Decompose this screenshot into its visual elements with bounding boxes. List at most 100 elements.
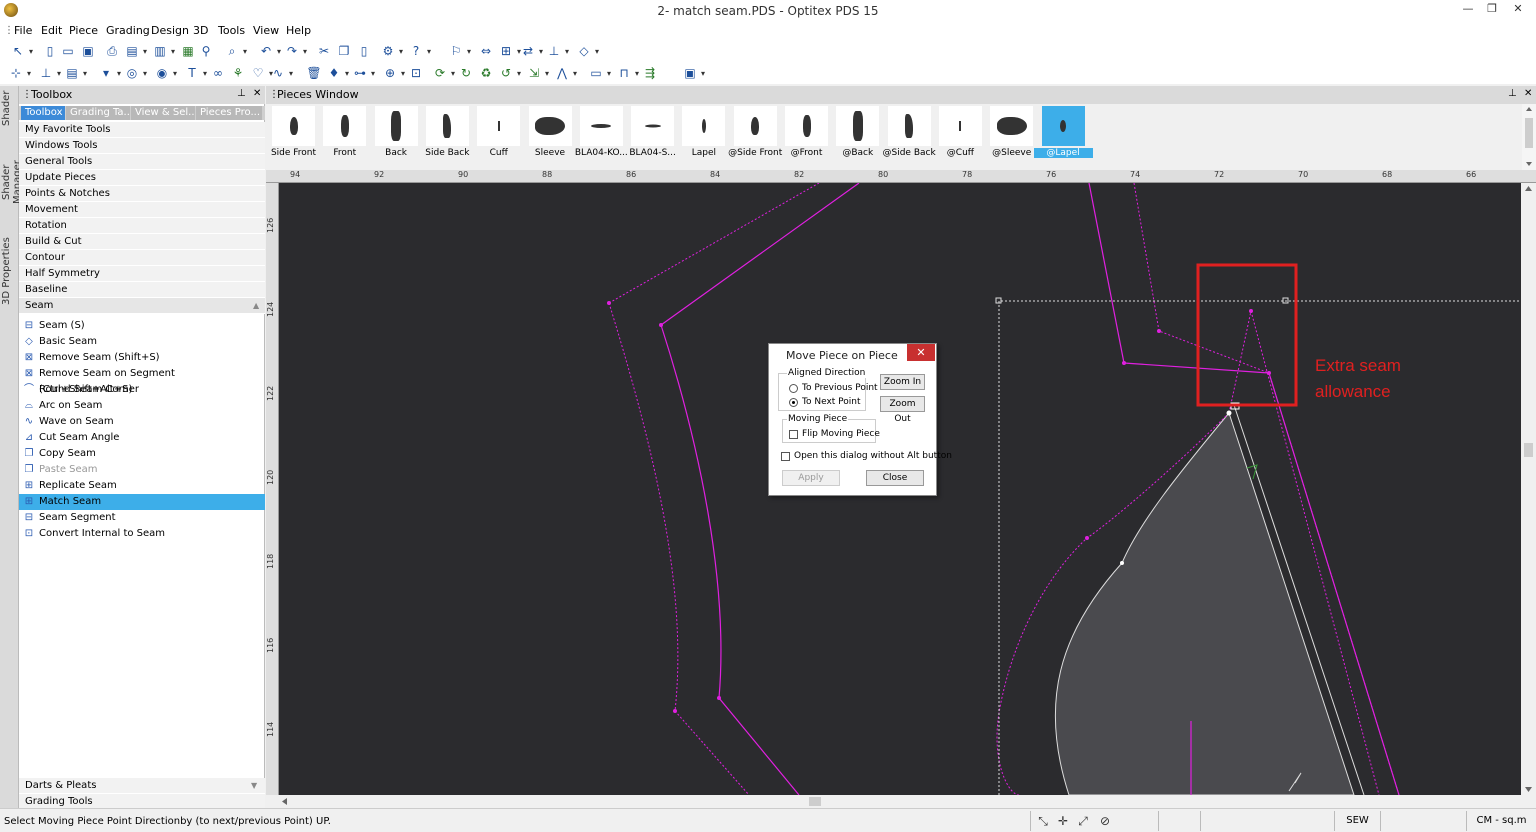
zoom-icon[interactable]: ⌕: [224, 43, 247, 60]
delete-tool-icon[interactable]: 🗑: [306, 65, 322, 81]
save-icon[interactable]: ▣: [80, 43, 96, 59]
snap-curve-icon[interactable]: ⊘: [1096, 812, 1114, 830]
piece-thumbnail[interactable]: [682, 106, 726, 146]
notch-tool-icon[interactable]: ⚐: [448, 43, 471, 60]
to-previous-label[interactable]: To Previous Point: [802, 383, 878, 393]
marker-icon[interactable]: ▭: [588, 65, 611, 82]
category-my-favorite-tools[interactable]: My Favorite Tools: [19, 122, 265, 138]
dialog-close-icon[interactable]: ✕: [907, 344, 935, 361]
grade-tool-icon[interactable]: ⊞: [498, 43, 521, 60]
snap-line-icon[interactable]: ⤢: [1074, 812, 1092, 830]
close-icon[interactable]: ✕: [253, 88, 261, 99]
rotate-piece-icon[interactable]: ⟳: [432, 65, 455, 82]
plot-icon[interactable]: ▤: [124, 43, 147, 60]
tool-remove-seam-on-segment-ctrl-shift-alt-s[interactable]: ⊠ Remove Seam on Segment (Ctrl+Shift+Alt+…: [19, 366, 265, 395]
tab-view-select[interactable]: View & Sel...: [131, 106, 195, 120]
piece-cuff[interactable]: @Cuff: [935, 106, 986, 158]
measure-icon[interactable]: ⚲: [198, 43, 214, 59]
category-baseline[interactable]: Baseline: [19, 282, 265, 298]
tab-pieces-properties[interactable]: Pieces Pro...: [196, 106, 262, 120]
pieces-scrollbar[interactable]: [1522, 104, 1536, 170]
piece-bla04-ko[interactable]: BLA04-KO...: [575, 106, 628, 158]
piece-bla04-s[interactable]: BLA04-S...: [627, 106, 678, 158]
open-without-alt-label[interactable]: Open this dialog without Alt button: [794, 451, 952, 461]
canvas-vertical-scrollbar[interactable]: [1521, 183, 1536, 795]
zoom-in-button[interactable]: Zoom In: [880, 374, 925, 390]
piece-back[interactable]: @Back: [832, 106, 883, 158]
piece-thumbnail[interactable]: [887, 106, 931, 146]
category-darts-pleats[interactable]: Darts & Pleats: [19, 778, 265, 794]
piece-sleeve[interactable]: @Sleeve: [986, 106, 1037, 158]
undo-icon[interactable]: ↶: [258, 43, 281, 60]
tool-round-seam-corner[interactable]: ⌒ Round Seam Corner: [19, 382, 265, 398]
tab-shader[interactable]: Shader: [1, 88, 18, 128]
tool-seam-s[interactable]: ⊟ Seam (S): [19, 318, 265, 334]
paste-icon[interactable]: ▯: [356, 43, 372, 59]
piece-thumbnail[interactable]: [425, 106, 469, 146]
category-seam[interactable]: Seam: [19, 298, 265, 314]
category-movement[interactable]: Movement: [19, 202, 265, 218]
scroll-up-icon[interactable]: ▲: [253, 301, 262, 310]
redo-icon[interactable]: ↷: [284, 43, 307, 60]
tool-arc-on-seam[interactable]: ⌓ Arc on Seam: [19, 398, 265, 414]
scroll-down-icon[interactable]: ▼: [251, 781, 262, 790]
report-icon[interactable]: ▣: [682, 65, 705, 82]
symmetry-tool-icon[interactable]: ⇄: [520, 43, 543, 60]
notch-insert-icon[interactable]: ⊥: [38, 65, 61, 82]
insert-piece-icon[interactable]: ⊕: [382, 65, 405, 82]
piece-thumbnail[interactable]: [528, 106, 572, 146]
cut-icon[interactable]: ✂: [316, 43, 332, 59]
piece-sleeve[interactable]: Sleeve: [525, 106, 576, 158]
layout-icon[interactable]: ▥: [152, 43, 175, 60]
dart-tool-icon[interactable]: ⊥: [546, 43, 569, 60]
category-points-notches[interactable]: Points & Notches: [19, 186, 265, 202]
to-next-label[interactable]: To Next Point: [802, 397, 861, 407]
zoom-out-button[interactable]: Zoom Out: [880, 396, 925, 424]
piece-thumbnail[interactable]: [272, 106, 315, 146]
tool-match-seam[interactable]: ⊞ Match Seam: [19, 494, 265, 510]
tool-convert-internal-to-seam[interactable]: ⊡ Convert Internal to Seam: [19, 526, 265, 542]
text-tool-icon[interactable]: T: [184, 65, 207, 82]
piece-thumbnail[interactable]: [836, 106, 880, 146]
plot-export-icon[interactable]: ⇲: [526, 65, 549, 82]
circle-tool-icon[interactable]: ◎: [124, 65, 147, 82]
piece-back[interactable]: Back: [371, 106, 422, 158]
menu-piece[interactable]: Piece: [69, 24, 98, 37]
piece-thumbnail[interactable]: [733, 106, 777, 146]
mirror-icon[interactable]: ⋀: [554, 65, 577, 82]
target-tool-icon[interactable]: ◉: [154, 65, 177, 82]
tab-grading-tools[interactable]: Grading Ta...: [66, 106, 130, 120]
piece-lapel[interactable]: Lapel: [678, 106, 729, 158]
category-general-tools[interactable]: General Tools: [19, 154, 265, 170]
restore-button[interactable]: ❐: [1480, 0, 1504, 20]
piece-side-back[interactable]: @Side Back: [883, 106, 936, 158]
snap-grid-icon[interactable]: ⤡: [1034, 812, 1052, 830]
piece-thumbnail[interactable]: [631, 106, 675, 146]
piece-thumbnail[interactable]: [477, 106, 521, 146]
apply-button[interactable]: Apply: [782, 470, 840, 486]
pin-icon[interactable]: ⊥: [237, 88, 246, 99]
tool-replicate-seam[interactable]: ⊞ Replicate Seam: [19, 478, 265, 494]
tool-wave-on-seam[interactable]: ∿ Wave on Seam: [19, 414, 265, 430]
fold-tool-icon[interactable]: ◇: [576, 43, 599, 60]
copy-icon[interactable]: ❐: [336, 43, 352, 59]
fabric-icon[interactable]: ⇶: [642, 65, 658, 81]
snap-point-icon[interactable]: ✛: [1054, 812, 1072, 830]
flip-moving-piece-checkbox[interactable]: [789, 430, 798, 439]
menu-file[interactable]: File: [14, 24, 32, 37]
flip-moving-piece-label[interactable]: Flip Moving Piece: [802, 429, 880, 439]
refresh-icon[interactable]: ↻: [458, 65, 474, 81]
dialog-close-button[interactable]: Close: [866, 470, 924, 486]
category-half-symmetry[interactable]: Half Symmetry: [19, 266, 265, 282]
tool-copy-seam[interactable]: ❐ Copy Seam: [19, 446, 265, 462]
to-previous-radio[interactable]: [789, 384, 798, 393]
piece-front[interactable]: Front: [319, 106, 370, 158]
excel-icon[interactable]: ▦: [180, 43, 196, 59]
drill-tool-icon[interactable]: ♡: [250, 65, 273, 82]
close-window-button[interactable]: ✕: [1506, 0, 1530, 20]
print-icon[interactable]: ⎙: [104, 43, 120, 59]
category-build-cut[interactable]: Build & Cut: [19, 234, 265, 250]
piece-tool-icon[interactable]: ⚙: [380, 43, 403, 60]
ruler-tool-icon[interactable]: ⇔: [478, 43, 494, 59]
stitch-tool-icon[interactable]: ⊶: [352, 65, 375, 82]
